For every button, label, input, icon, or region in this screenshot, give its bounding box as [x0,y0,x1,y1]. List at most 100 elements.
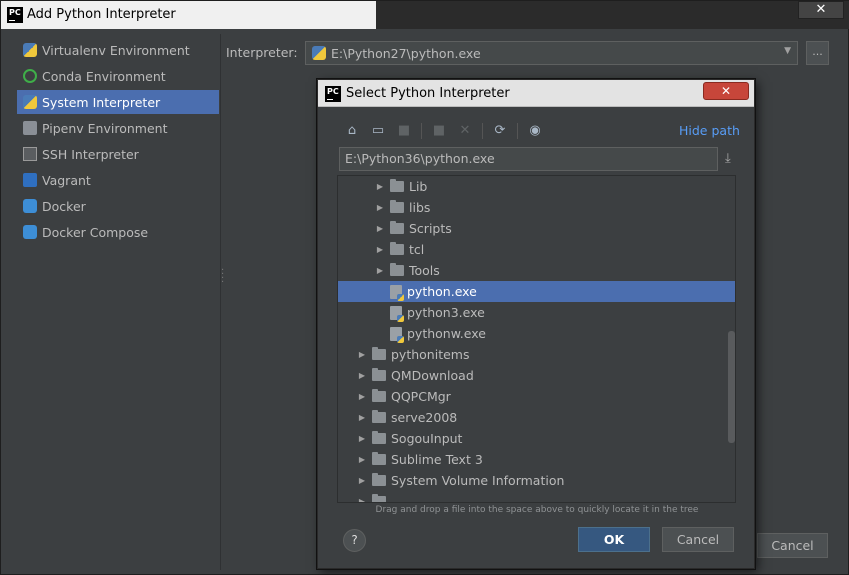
tree-row-qmdownload[interactable]: ▶ QMDownload [338,365,735,386]
file-tree[interactable]: ▶ Lib ▶ libs ▶ Scripts ▶ tcl ▶ Tools pyt… [337,175,736,503]
window-title: Add Python Interpreter [27,7,176,22]
folder-icon [372,368,386,381]
sidebar-item-label: Vagrant [42,172,91,188]
expand-arrow-icon[interactable]: ▶ [356,413,368,422]
expand-arrow-icon[interactable]: ▶ [356,371,368,380]
expand-arrow-icon[interactable]: ▶ [374,182,386,191]
folder-icon [390,263,404,276]
tree-row-python-exe[interactable]: python.exe [338,281,735,302]
folder-icon [372,410,386,423]
tree-row-label: System Volume Information [391,473,565,488]
drag-drop-hint: Drag and drop a file into the space abov… [375,505,699,515]
folder-icon [372,431,386,444]
expand-arrow-icon[interactable]: ▶ [374,266,386,275]
splitter-handle[interactable]: · · · · [221,266,224,288]
folder-icon [390,179,404,192]
tree-row-lib[interactable]: ▶ Lib [338,176,735,197]
cancel-button[interactable]: Cancel [662,527,734,552]
toolbar-separator [421,123,422,139]
expand-arrow-icon[interactable]: ▶ [356,392,368,401]
expand-arrow-icon[interactable]: ▶ [374,245,386,254]
hide-path-link[interactable]: Hide path [679,123,740,138]
tree-row-system-volume-information[interactable]: ▶ System Volume Information [338,470,735,491]
toolbar-separator [482,123,483,139]
tree-row-sogouinput[interactable]: ▶ SogouInput [338,428,735,449]
tree-row-libs[interactable]: ▶ libs [338,197,735,218]
vagrant-icon [23,173,37,187]
project-folder-icon[interactable]: ■ [395,123,413,139]
show-hidden-icon[interactable]: ◉ [526,123,544,139]
expand-arrow-icon[interactable]: ▶ [356,476,368,485]
tree-row-label: Sublime Text 3 [391,452,483,467]
main-cancel-button[interactable]: Cancel [757,533,828,558]
tree-row-tools[interactable]: ▶ Tools [338,260,735,281]
tree-row-pythonitems[interactable]: ▶ pythonitems [338,344,735,365]
window-close-button[interactable]: ✕ [798,1,844,19]
desktop-icon[interactable]: ▭ [369,123,387,139]
pipenv-icon [23,121,37,135]
tree-row-label: pythonw.exe [407,326,486,341]
docker-icon [23,225,37,239]
sidebar-item-conda[interactable]: Conda Environment [17,64,219,88]
tree-row-qqpcmgr[interactable]: ▶ QQPCMgr [338,386,735,407]
download-icon[interactable]: ⤓ [725,151,731,166]
tree-row-label: python.exe [407,284,477,299]
sidebar-item-label: Docker [42,198,86,214]
sidebar-item-label: Docker Compose [42,224,149,240]
tree-row-scripts[interactable]: ▶ Scripts [338,218,735,239]
path-input[interactable]: E:\Python36\python.exe [339,147,718,171]
docker-icon [23,199,37,213]
sidebar-item-label: System Interpreter [42,94,161,110]
sidebar-item-system-interpreter[interactable]: System Interpreter [17,90,219,114]
interpreter-value: E:\Python27\python.exe [331,45,481,61]
expand-arrow-icon[interactable]: ▶ [356,497,368,502]
tree-row-label: Tools [409,263,440,278]
delete-icon[interactable]: ✕ [456,123,474,139]
tree-row-label: Scripts [409,221,452,236]
folder-icon [372,389,386,402]
expand-arrow-icon[interactable]: ▶ [374,224,386,233]
folder-icon [372,473,386,486]
sidebar-item-docker[interactable]: Docker [17,194,219,218]
home-icon[interactable]: ⌂ [343,123,361,139]
tree-row-label: pythonitems [391,347,470,362]
expand-arrow-icon[interactable]: ▶ [356,434,368,443]
window-titlebar: PC Add Python Interpreter ✕ [1,1,849,29]
tree-row-tcl[interactable]: ▶ tcl [338,239,735,260]
python-icon [312,46,326,60]
python-file-icon [390,305,404,322]
browse-button[interactable]: ... [806,41,829,65]
new-folder-icon[interactable]: ■ [430,123,448,139]
tree-row-pythonw-exe[interactable]: pythonw.exe [338,323,735,344]
interpreter-type-sidebar: Virtualenv Environment Conda Environment… [7,34,221,570]
sidebar-item-pipenv[interactable]: Pipenv Environment [17,116,219,140]
ok-button[interactable]: OK [578,527,650,552]
pycharm-logo-icon: PC [7,7,23,23]
tree-row-sublime-text-3[interactable]: ▶ Sublime Text 3 [338,449,735,470]
python-file-icon [390,284,404,301]
sidebar-item-docker-compose[interactable]: Docker Compose [17,220,219,244]
tree-row-label: serve2008 [391,410,458,425]
tree-row-python3-exe[interactable]: python3.exe [338,302,735,323]
sidebar-item-label: Conda Environment [42,68,166,84]
interpreter-combobox[interactable]: E:\Python27\python.exe ▼ [305,41,798,65]
sidebar-item-virtualenv[interactable]: Virtualenv Environment [17,38,219,62]
help-button[interactable]: ? [343,529,366,552]
sidebar-item-vagrant[interactable]: Vagrant [17,168,219,192]
tree-row-partial[interactable]: ▶ [338,491,735,502]
dialog-title: Select Python Interpreter [346,86,510,101]
expand-arrow-icon[interactable]: ▶ [356,455,368,464]
expand-arrow-icon[interactable]: ▶ [374,203,386,212]
expand-arrow-icon[interactable]: ▶ [356,350,368,359]
folder-icon [372,494,386,502]
sidebar-item-ssh[interactable]: SSH Interpreter [17,142,219,166]
conda-ring-icon [23,69,37,83]
tree-row-label: python3.exe [407,305,485,320]
select-interpreter-dialog: PC Select Python Interpreter ✕ ⌂ ▭ ■ ■ ✕… [317,79,755,569]
dialog-close-button[interactable]: ✕ [703,82,749,100]
tree-row-serve2008[interactable]: ▶ serve2008 [338,407,735,428]
tree-scrollbar[interactable] [728,331,735,443]
refresh-icon[interactable]: ⟳ [491,123,509,139]
chevron-down-icon[interactable]: ▼ [784,46,791,56]
tree-row-label: QMDownload [391,368,474,383]
